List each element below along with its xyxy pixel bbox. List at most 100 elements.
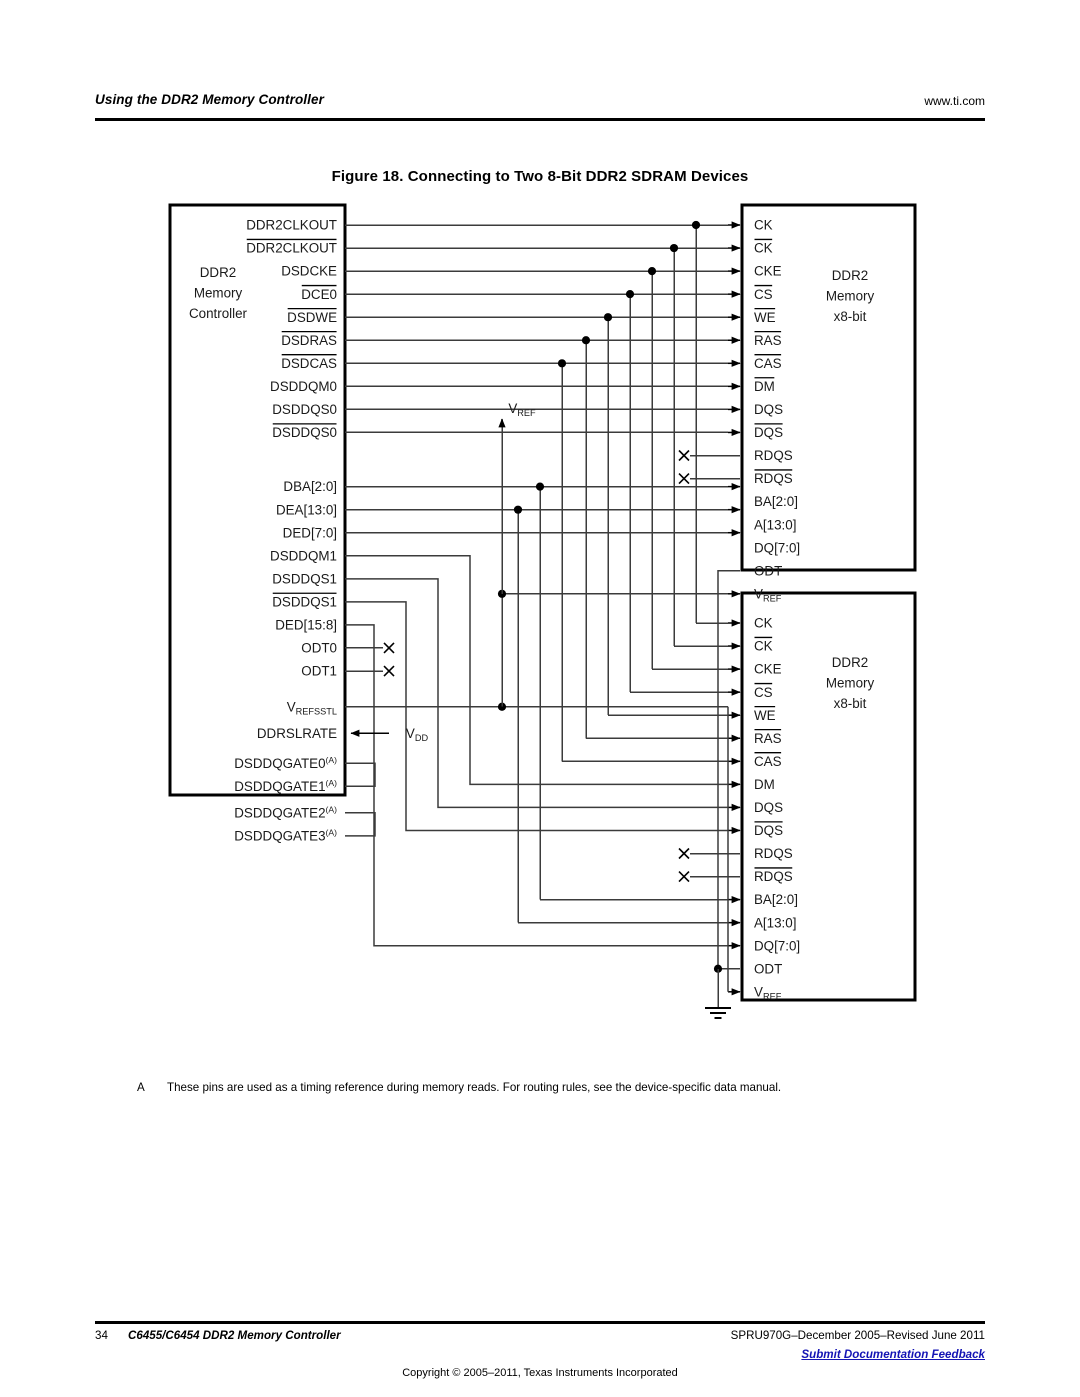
- memory-top-pin-dq70: DQ[7:0]: [754, 540, 800, 555]
- svg-text:CK: CK: [754, 241, 773, 256]
- svg-text:Memory: Memory: [826, 289, 875, 304]
- svg-text:CAS: CAS: [754, 754, 782, 769]
- svg-text:DDR2: DDR2: [832, 655, 868, 670]
- controller-pin-ded158: DED[15:8]: [275, 618, 337, 633]
- junction-dot: [581, 336, 591, 345]
- svg-text:WE: WE: [754, 310, 776, 325]
- footnote-mark: A: [137, 1081, 145, 1094]
- controller-pin-dsddqm0: DSDDQM0: [270, 379, 337, 394]
- svg-text:RDQS: RDQS: [754, 869, 793, 884]
- junction-dot: [603, 313, 613, 322]
- svg-text:DDRSLRATE: DDRSLRATE: [257, 726, 337, 741]
- svg-text:CS: CS: [754, 685, 773, 700]
- svg-text:A[13:0]: A[13:0]: [754, 517, 796, 532]
- svg-text:DQS: DQS: [754, 402, 783, 417]
- no-connect-marker: [383, 665, 395, 677]
- controller-pin-dea130: DEA[13:0]: [276, 502, 337, 517]
- controller-pin-ded70: DED[7:0]: [283, 525, 337, 540]
- svg-text:CS: CS: [754, 287, 773, 302]
- memory-bottom-pin-ck: CK: [754, 616, 773, 631]
- memory-bottom-pin-ras: RAS: [754, 728, 782, 746]
- svg-text:DQ[7:0]: DQ[7:0]: [754, 540, 800, 555]
- header-rule: [95, 118, 985, 121]
- footer-page-number: 34: [95, 1329, 108, 1342]
- svg-text:x8-bit: x8-bit: [834, 309, 867, 324]
- svg-text:DSDDQS0: DSDDQS0: [272, 402, 337, 417]
- submit-documentation-feedback-link[interactable]: Submit Documentation Feedback: [801, 1348, 985, 1361]
- document-page: Using the DDR2 Memory Controller www.ti.…: [0, 0, 1080, 1397]
- no-connect-marker: [678, 870, 690, 883]
- controller-pin-dsdras: DSDRAS: [281, 331, 337, 348]
- controller-pin-dsddqgate3: DSDDQGATE3(A): [234, 827, 337, 843]
- svg-text:DSDCKE: DSDCKE: [281, 264, 337, 279]
- svg-text:DSDDQS1: DSDDQS1: [272, 571, 337, 586]
- figure-footnote: A These pins are used as a timing refere…: [137, 1080, 992, 1097]
- controller-pin-dsdwe: DSDWE: [287, 307, 337, 325]
- svg-text:ODT1: ODT1: [301, 664, 337, 679]
- svg-text:DSDDQS1: DSDDQS1: [272, 594, 337, 609]
- vdd-label: VDD: [406, 726, 429, 743]
- memory-top-pin-a130: A[13:0]: [754, 517, 796, 532]
- svg-text:Controller: Controller: [189, 306, 248, 321]
- svg-text:DSDRAS: DSDRAS: [281, 333, 337, 348]
- controller-pin-ddrslrate: DDRSLRATE: [257, 726, 337, 741]
- svg-text:CK: CK: [754, 616, 773, 631]
- memory-bottom-pin-dm: DM: [754, 777, 775, 792]
- controller-pin-dsddqs1: DSDDQS1: [272, 592, 337, 609]
- memory-top-pin-cs: CS: [754, 284, 773, 302]
- controller-pin-odt0: ODT0: [301, 641, 337, 656]
- memory-top-pin-cke: CKE: [754, 264, 782, 279]
- memory-bottom-pin-cas: CAS: [754, 752, 782, 769]
- svg-text:RAS: RAS: [754, 731, 782, 746]
- svg-text:ODT: ODT: [754, 961, 782, 976]
- svg-text:DCE0: DCE0: [301, 287, 337, 302]
- controller-pin-dsddqs0: DSDDQS0: [272, 402, 337, 417]
- svg-text:x8-bit: x8-bit: [834, 696, 867, 711]
- no-connect-marker: [678, 472, 690, 485]
- memory-bottom-pin-a130: A[13:0]: [754, 915, 796, 930]
- svg-text:DSDDQGATE1(A): DSDDQGATE1(A): [234, 778, 337, 794]
- svg-text:DSDDQS0: DSDDQS0: [272, 425, 337, 440]
- svg-text:VREF: VREF: [508, 401, 536, 418]
- svg-text:ODT: ODT: [754, 563, 782, 578]
- memory-bottom-pin-dqs: DQS: [754, 821, 783, 838]
- no-connect-marker: [678, 847, 690, 860]
- svg-text:DSDDQGATE0(A): DSDDQGATE0(A): [234, 755, 337, 771]
- page-footer: 34 C6455/C6454 DDR2 Memory Controller SP…: [95, 1329, 985, 1389]
- svg-text:RAS: RAS: [754, 333, 782, 348]
- svg-text:CK: CK: [754, 218, 773, 233]
- memory-bottom-pin-dqs: DQS: [754, 800, 783, 815]
- memory-top-pin-vref: VREF: [754, 586, 782, 603]
- controller-pin-ddr2clkout: DDR2CLKOUT: [246, 218, 337, 233]
- memory-top-pin-ras: RAS: [754, 331, 782, 348]
- svg-text:CAS: CAS: [754, 356, 782, 371]
- memory-bottom-pin-we: WE: [754, 705, 776, 723]
- memory-bottom-pin-rdqs: RDQS: [754, 867, 793, 884]
- memory-top-pin-ck: CK: [754, 218, 773, 233]
- svg-text:RDQS: RDQS: [754, 846, 793, 861]
- memory-top-pin-ck: CK: [754, 238, 773, 256]
- footer-copyright: Copyright © 2005–2011, Texas Instruments…: [402, 1367, 678, 1379]
- svg-text:DQS: DQS: [754, 823, 783, 838]
- svg-text:DDR2: DDR2: [200, 265, 236, 280]
- memory-top-pin-dm: DM: [754, 377, 775, 394]
- footer-doc-title: C6455/C6454 DDR2 Memory Controller: [128, 1329, 341, 1342]
- footer-doc-id: SPRU970G–December 2005–Revised June 2011: [730, 1329, 985, 1342]
- controller-pin-dsddqs0: DSDDQS0: [272, 423, 337, 440]
- junction-dot: [669, 243, 679, 253]
- junction-dot: [691, 220, 701, 230]
- svg-text:ODT0: ODT0: [301, 641, 337, 656]
- svg-text:DSDWE: DSDWE: [287, 310, 337, 325]
- svg-text:DED[15:8]: DED[15:8]: [275, 618, 337, 633]
- controller-pin-dce0: DCE0: [301, 284, 337, 302]
- figure-title: Figure 18. Connecting to Two 8-Bit DDR2 …: [331, 168, 749, 185]
- controller-pin-dsddqgate2: DSDDQGATE2(A): [234, 804, 337, 820]
- junction-dot: [535, 482, 545, 491]
- svg-text:WE: WE: [754, 708, 776, 723]
- header-section-title: Using the DDR2 Memory Controller: [95, 92, 324, 107]
- svg-text:A[13:0]: A[13:0]: [754, 915, 796, 930]
- svg-text:DSDCAS: DSDCAS: [281, 356, 337, 371]
- svg-text:Memory: Memory: [826, 676, 875, 691]
- memory-bottom-pin-cs: CS: [754, 682, 773, 700]
- svg-text:DSDDQGATE2(A): DSDDQGATE2(A): [234, 804, 337, 820]
